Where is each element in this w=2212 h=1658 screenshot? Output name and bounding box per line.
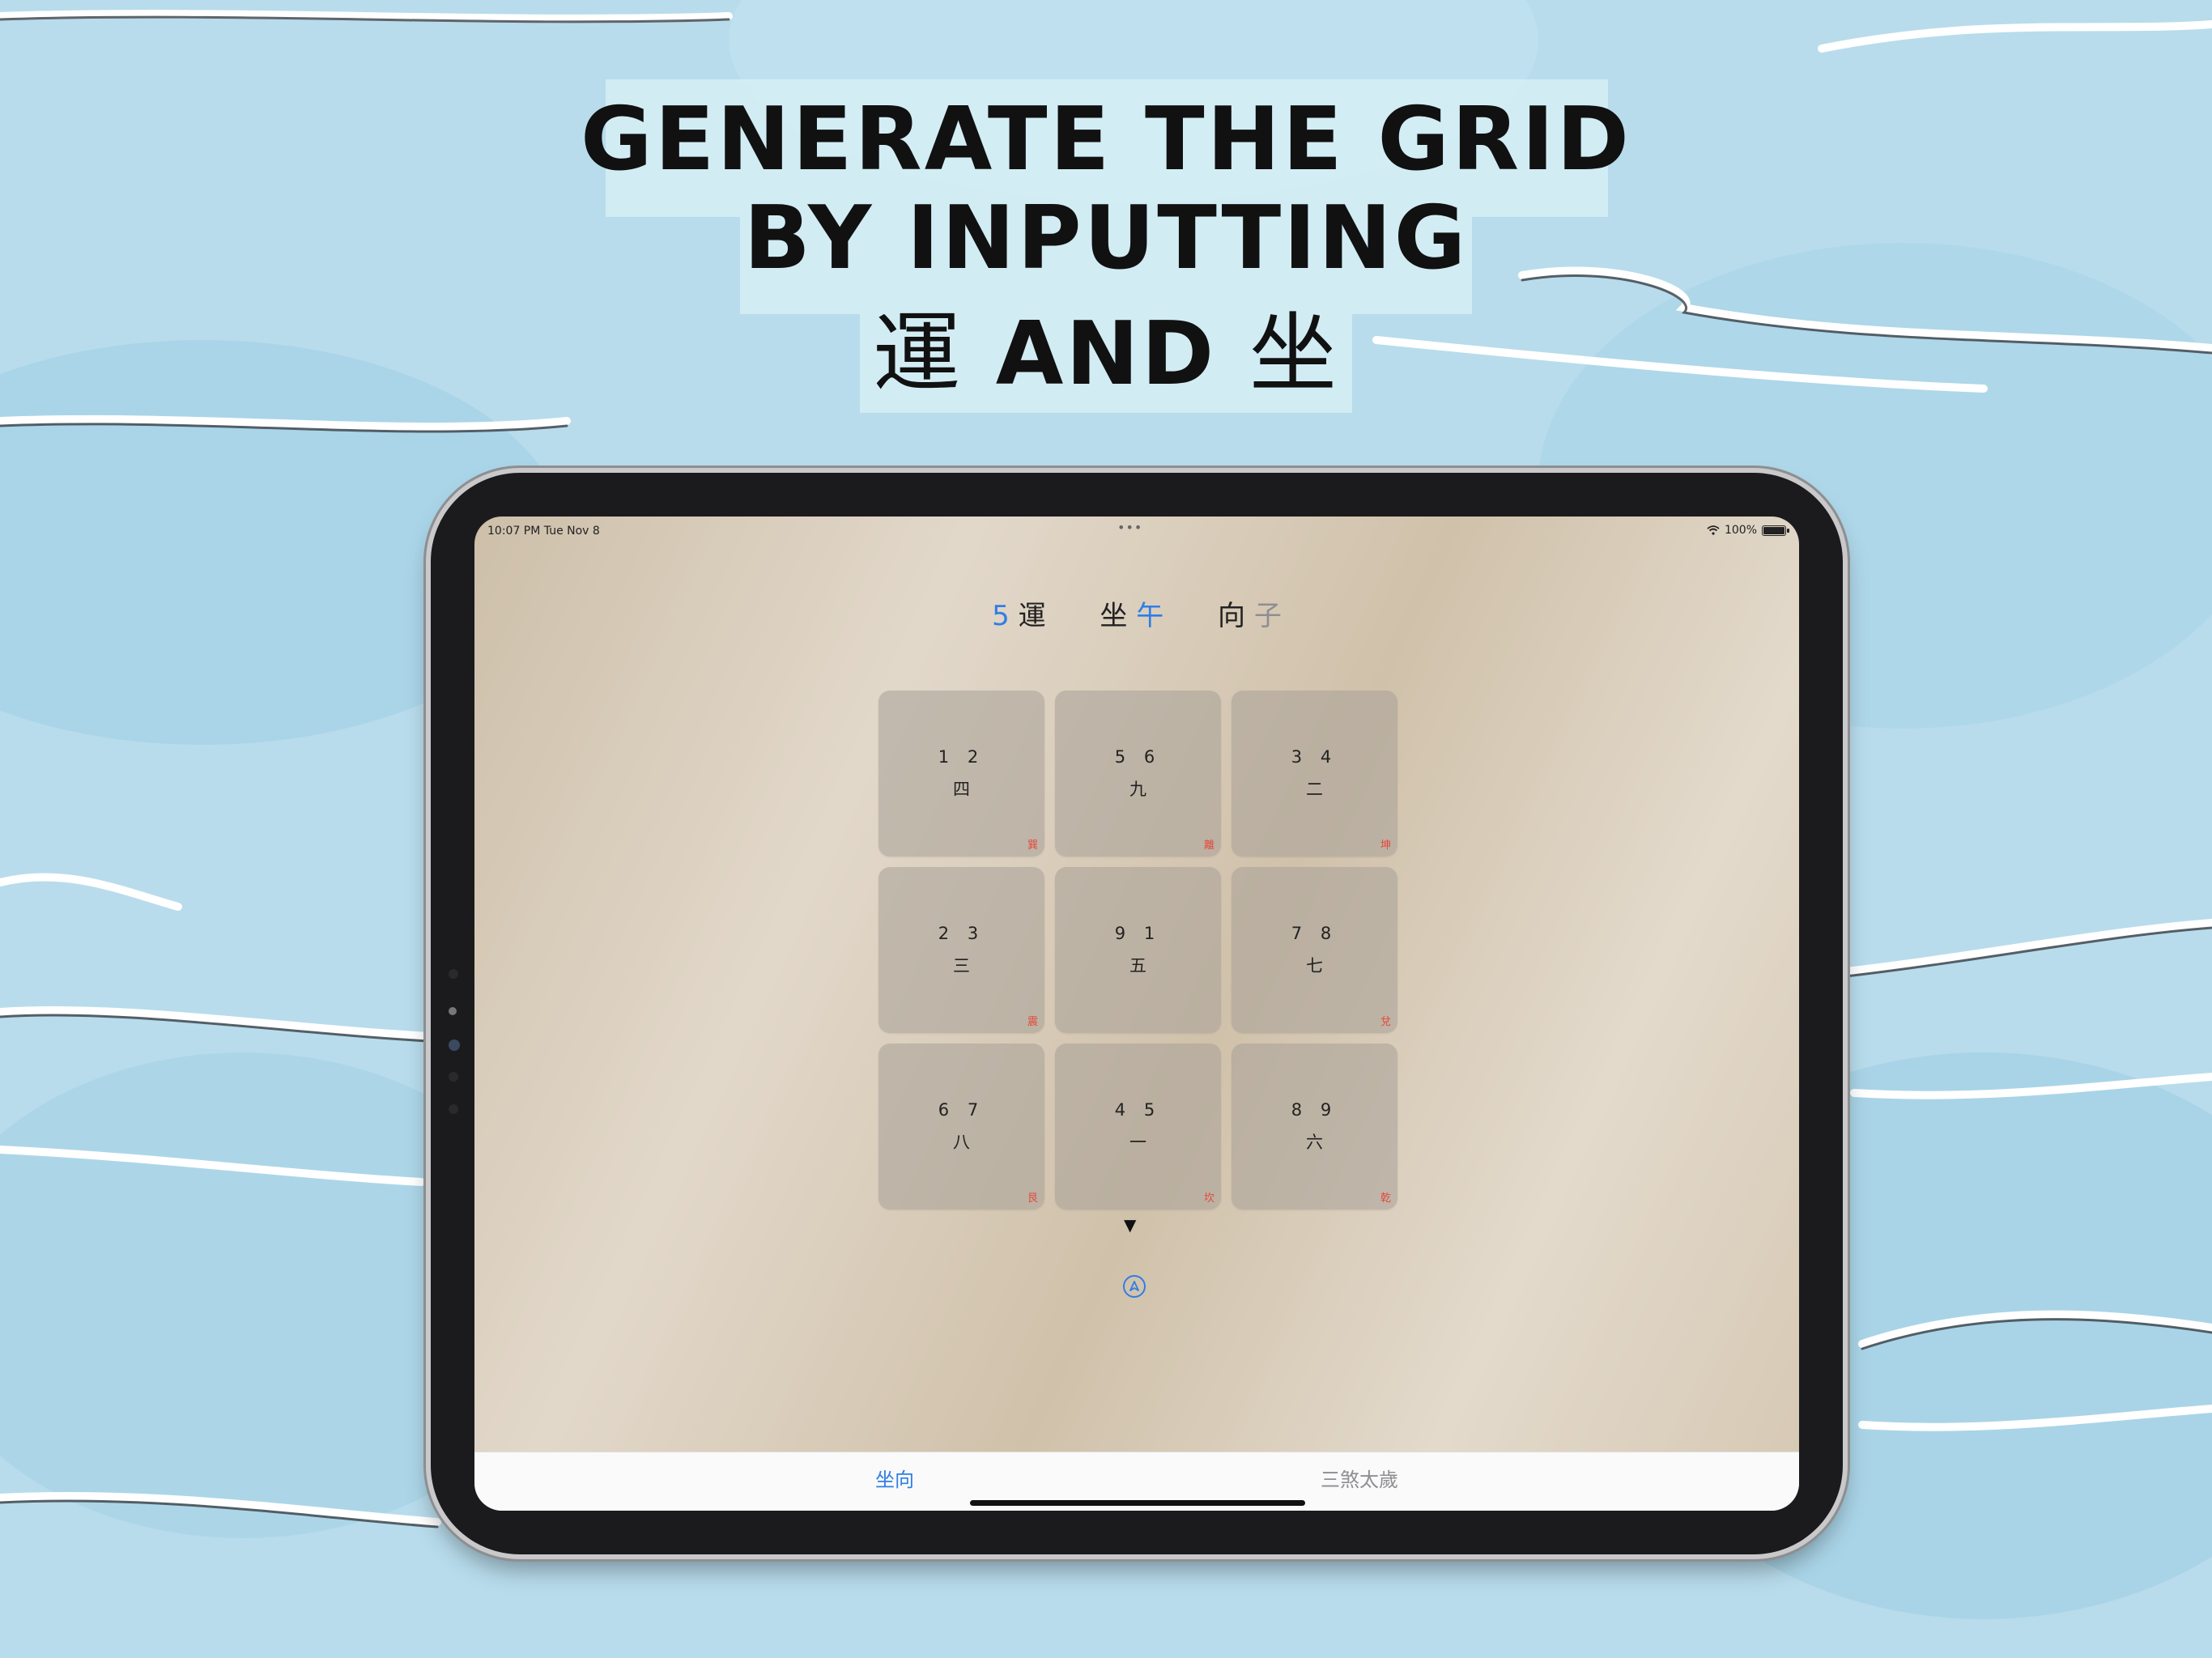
multitasking-dots[interactable]: ••• bbox=[1117, 520, 1142, 535]
headline-period-char: 運 bbox=[873, 304, 963, 405]
cell-numbers: 1 2 bbox=[938, 747, 985, 767]
facing-value: 子 bbox=[1253, 600, 1282, 632]
cell-numbers: 3 4 bbox=[1291, 747, 1338, 767]
cell-numbers: 7 8 bbox=[1291, 924, 1338, 943]
headline-line-3: 運 AND 坐 bbox=[0, 283, 2212, 410]
headline-line-2: BY INPUTTING bbox=[743, 188, 1469, 289]
status-right: 100% bbox=[1707, 524, 1789, 537]
cell-star: 七 bbox=[1306, 956, 1323, 976]
cell-star: 六 bbox=[1306, 1133, 1323, 1152]
battery-icon bbox=[1762, 525, 1789, 536]
camera-lens bbox=[449, 1039, 460, 1051]
cell-trigram: 坤 bbox=[1380, 840, 1391, 852]
cell-star: 五 bbox=[1129, 956, 1146, 976]
cell-numbers: 4 5 bbox=[1114, 1100, 1162, 1120]
grid-cell[interactable]: 6 7 八 艮 bbox=[878, 1044, 1044, 1209]
sitting-label: 坐 bbox=[1100, 600, 1128, 632]
cell-star: 八 bbox=[953, 1133, 970, 1152]
battery-percent: 100% bbox=[1724, 524, 1757, 537]
cell-numbers: 2 3 bbox=[938, 924, 985, 943]
cell-numbers: 5 6 bbox=[1114, 747, 1162, 767]
grid-cell[interactable]: 4 5 一 坎 bbox=[1055, 1044, 1221, 1209]
grid-cell[interactable]: 3 4 二 坤 bbox=[1231, 691, 1397, 857]
sitting-value[interactable]: 午 bbox=[1136, 600, 1163, 632]
grid-cell[interactable]: 1 2 四 巽 bbox=[878, 691, 1044, 857]
period-value[interactable]: 5 bbox=[992, 600, 1010, 632]
period-label: 運 bbox=[1018, 600, 1046, 632]
grid-cell[interactable]: 5 6 九 離 bbox=[1055, 691, 1221, 857]
facing-direction-arrow: ▼ bbox=[1124, 1215, 1137, 1235]
cell-trigram: 兌 bbox=[1380, 1016, 1391, 1028]
cell-trigram: 巽 bbox=[1027, 840, 1038, 852]
headline-sitting-char: 坐 bbox=[1249, 304, 1339, 405]
cell-numbers: 9 1 bbox=[1114, 924, 1162, 943]
cell-trigram: 乾 bbox=[1380, 1192, 1391, 1205]
cell-trigram: 震 bbox=[1027, 1016, 1038, 1028]
side-sensor bbox=[449, 969, 458, 979]
cell-star: 一 bbox=[1129, 1133, 1146, 1152]
side-sensor bbox=[449, 1007, 457, 1015]
tab-sitting-facing[interactable]: 坐向 bbox=[875, 1464, 914, 1492]
status-time: 10:07 PM Tue Nov 8 bbox=[487, 525, 600, 538]
sitting-selector[interactable]: 坐 午 bbox=[1100, 593, 1163, 633]
cell-star: 三 bbox=[953, 956, 970, 976]
side-sensor bbox=[449, 1104, 458, 1114]
tab-three-killings[interactable]: 三煞太歲 bbox=[1321, 1464, 1398, 1492]
grid-cell[interactable]: 8 9 六 乾 bbox=[1231, 1044, 1397, 1209]
facing-display: 向 子 bbox=[1218, 593, 1282, 633]
app-screen: 10:07 PM Tue Nov 8 ••• 100% 5 運 坐 午 向 子 … bbox=[474, 517, 1799, 1511]
side-sensor bbox=[449, 1072, 458, 1082]
tab-bar: 坐向 三煞太歲 bbox=[474, 1452, 1799, 1511]
chart-header: 5 運 坐 午 向 子 bbox=[474, 593, 1799, 633]
cell-trigram: 艮 bbox=[1027, 1192, 1038, 1205]
flying-star-grid: 1 2 四 巽 5 6 九 離 3 4 二 坤 2 3 三 震 9 1 五 7 … bbox=[878, 691, 1397, 1209]
headline-line-1: GENERATE THE GRID bbox=[580, 89, 1632, 190]
grid-cell[interactable]: 2 3 三 震 bbox=[878, 867, 1044, 1033]
grid-cell[interactable]: 7 8 七 兌 bbox=[1231, 867, 1397, 1033]
facing-label: 向 bbox=[1218, 600, 1246, 632]
wifi-icon bbox=[1707, 525, 1720, 535]
cell-star: 九 bbox=[1129, 780, 1146, 799]
cell-numbers: 8 9 bbox=[1291, 1100, 1338, 1120]
location-arrow-glyph bbox=[1129, 1281, 1139, 1291]
period-selector[interactable]: 5 運 bbox=[992, 593, 1045, 633]
cell-numbers: 6 7 bbox=[938, 1100, 985, 1120]
home-indicator[interactable] bbox=[970, 1500, 1305, 1506]
ipad-device-frame: 10:07 PM Tue Nov 8 ••• 100% 5 運 坐 午 向 子 … bbox=[431, 473, 1843, 1554]
grid-cell[interactable]: 9 1 五 bbox=[1055, 867, 1221, 1033]
cell-trigram: 離 bbox=[1203, 840, 1214, 852]
headline-and: AND bbox=[995, 304, 1217, 405]
cell-star: 四 bbox=[953, 780, 970, 799]
cell-trigram: 坎 bbox=[1203, 1192, 1214, 1205]
cell-star: 二 bbox=[1306, 780, 1323, 799]
location-arrow-icon[interactable] bbox=[1123, 1275, 1146, 1298]
promo-headline: GENERATE THE GRID BY INPUTTING 運 AND 坐 bbox=[0, 0, 2212, 421]
status-bar: 10:07 PM Tue Nov 8 ••• 100% bbox=[474, 517, 1799, 546]
